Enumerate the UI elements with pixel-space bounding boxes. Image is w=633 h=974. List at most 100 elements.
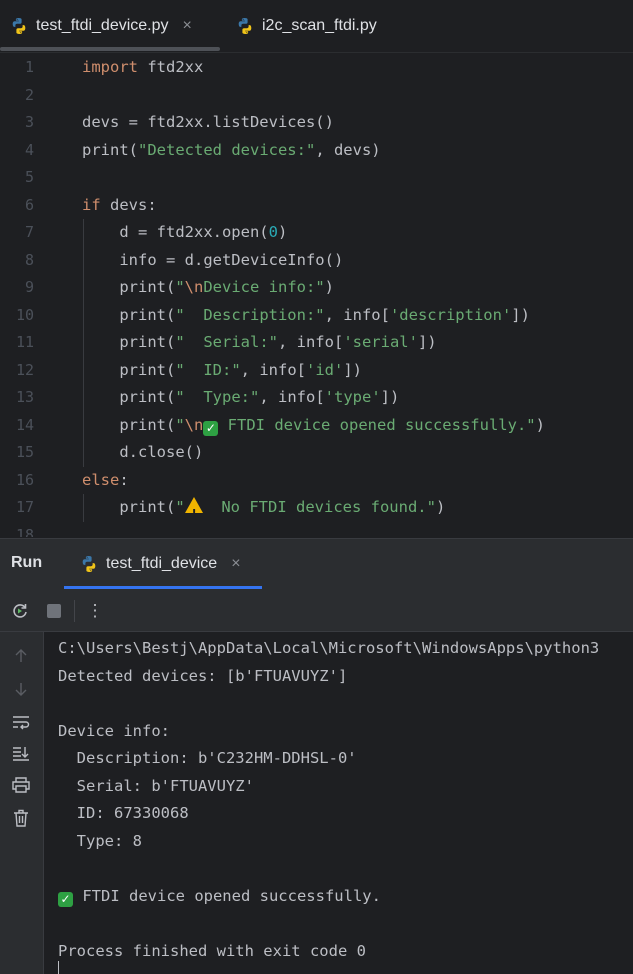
scroll-down-button[interactable] [10,678,32,700]
python-icon [238,18,252,34]
code-token: print( [82,498,176,516]
line-number: 16 [15,470,34,489]
line-number: 11 [15,333,34,351]
code-token: : [119,470,129,489]
code-line[interactable]: 8 info = d.getDeviceInfo() [0,247,633,275]
line-number: 2 [24,85,34,104]
code-text: d = ftd2xx.open(0) [82,219,287,247]
line-number: 17 [15,498,34,516]
string-token: " Serial:" [175,333,278,351]
tab-label: i2c_scan_ftdi.py [262,17,377,34]
print-button[interactable] [10,774,32,796]
close-icon[interactable]: × [231,555,240,573]
toolbar-separator [74,600,75,622]
line-number: 5 [24,168,34,186]
line-number: 18 [15,525,34,538]
code-line[interactable]: 2 [0,82,633,110]
run-config-label: test_ftdi_device [106,555,218,572]
scroll-up-button[interactable] [10,645,32,667]
code-line[interactable]: 3 devs = ftd2xx.listDevices() [0,109,633,137]
code-token: , info[ [324,305,390,324]
code-line[interactable]: 12 print(" ID:", info['id']) [0,357,633,385]
arrow-up-icon [15,649,27,662]
code-line[interactable]: 18 [0,522,633,538]
code-token: ]) [417,333,437,351]
line-number: 6 [24,195,34,214]
code-line[interactable]: 4 print("Detected devices:", devs) [0,137,633,165]
number-token: 0 [268,223,278,241]
run-toolbar: ⋮ [0,590,633,632]
line-number: 9 [24,278,34,296]
code-text: else: [82,467,129,495]
code-token: , devs) [315,140,381,159]
code-editor[interactable]: 1 import ftd2xx 2 3 devs = ftd2xx.listDevice… [0,54,633,537]
code-text: print("Detected devices:", devs) [82,137,381,165]
code-token: ) [535,415,545,434]
more-vertical-icon: ⋮ [86,601,104,620]
code-line[interactable]: 10 print(" Description:", info['descript… [0,302,633,330]
keyword-token: if [82,195,101,214]
code-line[interactable]: 15 d.close() [0,439,633,467]
printer-icon [12,777,30,793]
trash-icon [14,809,28,827]
code-line[interactable]: 13 print(" Type:", info['type']) [0,384,633,412]
code-line[interactable]: 16 else: [0,467,633,495]
string-token: 'id' [305,360,344,379]
active-tab-indicator [64,586,262,589]
rerun-button[interactable] [9,600,31,622]
run-config-tab[interactable]: test_ftdi_device × [80,539,241,589]
stop-icon [47,604,61,618]
console-line: Detected devices: [b'FTUAVUYZ'] [58,663,347,691]
code-line[interactable]: 6 if devs: [0,192,633,220]
console-text: Device info: [58,721,170,740]
tab-test-ftdi-device[interactable]: test_ftdi_device.py × [10,0,192,52]
code-text: print(" Type:", info['type']) [82,384,399,412]
code-line[interactable]: 14 print("\n ✓ FTDI device opened success… [0,412,633,440]
tab-label: test_ftdi_device.py [36,17,169,34]
console-line: Type: 8 [58,828,142,856]
console-text: Detected devices: [b'FTUAVUYZ'] [58,666,348,685]
code-token: ) [277,223,288,241]
code-text: info = d.getDeviceInfo() [82,247,343,275]
code-token: d = ftd2xx.open( [82,223,269,241]
console-text: Description: b'C232HM-DDHSL-0' [58,749,357,767]
string-token: " Type:" [175,388,260,406]
code-line[interactable]: 17 print("! No FTDI devices found.") [0,494,633,522]
run-panel-title: Run [11,554,43,571]
code-text: d.close() [82,439,203,467]
code-token: print( [82,360,176,379]
code-line[interactable]: 5 [0,164,633,192]
line-number: 15 [15,443,34,461]
code-line[interactable]: 9 print("\nDevice info:") [0,274,633,302]
string-token: " ID:" [175,360,241,379]
warning-emoji-icon: ! [184,497,203,520]
more-options-button[interactable]: ⋮ [84,600,106,622]
line-number: 13 [15,388,34,406]
code-line[interactable]: 1 import ftd2xx [0,54,633,82]
editor-tab-bar: test_ftdi_device.py × i2c_scan_ftdi.py [0,0,633,53]
stop-button[interactable] [43,600,65,622]
code-text: print(" Serial:", info['serial']) [82,329,437,357]
code-token: info = d.getDeviceInfo() [82,250,344,269]
console-output[interactable]: C:\Users\Bestj\AppData\Local\Microsoft\W… [44,632,633,974]
code-token: ) [435,498,446,516]
string-token: Device info:" [203,278,325,296]
clear-console-button[interactable] [10,807,32,829]
console-line: Description: b'C232HM-DDHSL-0' [58,745,357,773]
soft-wrap-icon [13,716,30,730]
console-line: C:\Users\Bestj\AppData\Local\Microsoft\W… [58,635,599,663]
code-token: devs: [100,195,157,214]
code-line[interactable]: 7 d = ftd2xx.open(0) [0,219,633,247]
scroll-to-end-button[interactable] [10,742,32,764]
soft-wrap-button[interactable] [10,711,32,733]
line-number: 4 [24,140,34,159]
tab-i2c-scan-ftdi[interactable]: i2c_scan_ftdi.py [236,0,377,52]
code-text: devs = ftd2xx.listDevices() [82,109,334,137]
console-side-toolbar [0,632,44,974]
console-line: Device info: [58,718,170,746]
python-icon [12,18,26,34]
code-line[interactable]: 11 print(" Serial:", info['serial']) [0,329,633,357]
code-token: devs = ftd2xx.listDevices() [82,113,334,131]
console-text: Type: 8 [58,831,142,850]
close-icon[interactable]: × [183,17,192,35]
